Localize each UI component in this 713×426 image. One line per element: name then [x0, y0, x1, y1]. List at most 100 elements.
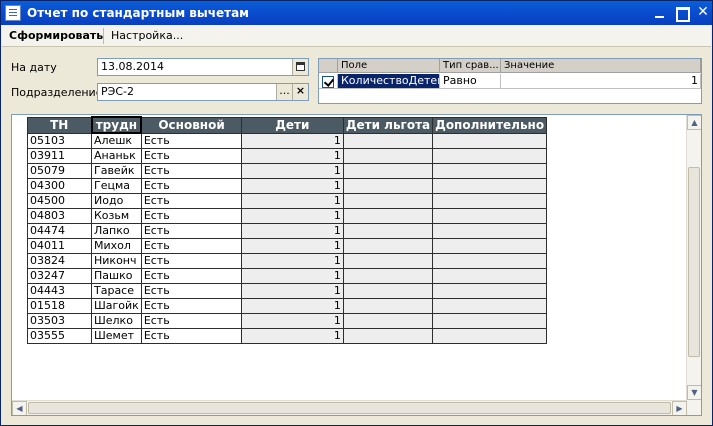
- table-row[interactable]: 03247 Пашко Есть 1: [27, 267, 548, 284]
- table-row[interactable]: 04803 Козьм Есть 1: [27, 207, 548, 224]
- cell-employee: Гецма: [91, 177, 142, 194]
- cell-children-benefit: [342, 267, 434, 284]
- document-icon: [5, 5, 21, 21]
- col-header-tn[interactable]: ТН: [27, 116, 92, 134]
- cell-tn: 05103: [27, 132, 92, 149]
- minimize-button[interactable]: [651, 4, 669, 22]
- table-row[interactable]: 03503 Шелко Есть 1: [27, 312, 548, 329]
- table-row[interactable]: 04443 Тарасе Есть 1: [27, 282, 548, 299]
- col-header-children-benefit[interactable]: Дети льгота: [342, 116, 434, 134]
- cell-additional: [432, 237, 548, 254]
- cell-children: 1: [240, 147, 344, 164]
- filter-check-header: [319, 59, 338, 73]
- cell-children-benefit: [342, 162, 434, 179]
- table-row[interactable]: 03911 Ананьк Есть 1: [27, 147, 548, 164]
- cell-additional: [432, 327, 548, 344]
- date-field[interactable]: 13.08.2014: [97, 58, 309, 76]
- cell-children: 1: [240, 327, 344, 344]
- cell-employee: Ананьк: [91, 147, 142, 164]
- col-header-additional[interactable]: Дополнительно: [432, 116, 548, 134]
- cell-basic: Есть: [140, 207, 242, 224]
- col-header-employee[interactable]: трудн: [90, 116, 143, 134]
- scroll-down-arrow-icon[interactable]: ▼: [687, 385, 701, 400]
- cell-employee: Шагойк: [91, 297, 142, 314]
- cell-tn: 03911: [27, 147, 92, 164]
- close-button[interactable]: ✕: [694, 4, 712, 22]
- table-row[interactable]: 03824 Никонч Есть 1: [27, 252, 548, 269]
- col-header-basic[interactable]: Основной: [140, 116, 242, 134]
- select-button[interactable]: ...: [276, 84, 292, 100]
- cell-additional: [432, 282, 548, 299]
- cell-additional: [432, 132, 548, 149]
- table-row[interactable]: 04011 Михол Есть 1: [27, 237, 548, 254]
- col-header-children[interactable]: Дети: [240, 116, 344, 134]
- cell-tn: 05079: [27, 162, 92, 179]
- cell-children: 1: [240, 312, 344, 329]
- report-area: ТН трудн Основной Дети Дети льгота Допол…: [11, 114, 702, 416]
- scroll-left-arrow-icon[interactable]: ◀: [12, 401, 27, 415]
- cell-employee: Шелко: [91, 312, 142, 329]
- settings-button[interactable]: Настройка...: [111, 28, 183, 44]
- filter-header-field: Поле: [338, 59, 440, 73]
- generate-button[interactable]: Сформировать: [9, 28, 103, 44]
- department-field[interactable]: РЭС-2 ... ×: [97, 83, 309, 101]
- cell-basic: Есть: [140, 297, 242, 314]
- table-row[interactable]: 04300 Гецма Есть 1: [27, 177, 548, 194]
- filter-value-cell[interactable]: 1: [501, 74, 701, 89]
- cell-tn: 03247: [27, 267, 92, 284]
- cell-employee: Иодо: [91, 192, 142, 209]
- vertical-scroll-thumb[interactable]: [688, 167, 700, 357]
- report-table: ТН трудн Основной Дети Дети льгота Допол…: [27, 116, 548, 344]
- scroll-up-arrow-icon[interactable]: ▲: [687, 115, 701, 130]
- title-bar: Отчет по стандартным вычетам ✕: [1, 1, 712, 25]
- filter-comparison-cell[interactable]: Равно: [440, 74, 501, 89]
- clear-button[interactable]: ×: [292, 84, 308, 100]
- cell-tn: 03555: [27, 327, 92, 344]
- cell-tn: 01518: [27, 297, 92, 314]
- cell-additional: [432, 297, 548, 314]
- cell-additional: [432, 312, 548, 329]
- report-body: 05103 Алешк Есть 1 03911 Ананьк Есть 1 05079 Гаве…: [27, 132, 548, 344]
- cell-additional: [432, 147, 548, 164]
- table-row[interactable]: 05103 Алешк Есть 1: [27, 132, 548, 149]
- filter-field-cell[interactable]: КоличествоДетей: [338, 74, 440, 89]
- scroll-right-arrow-icon[interactable]: ▶: [672, 401, 687, 415]
- cell-employee: Михол: [91, 237, 142, 254]
- vertical-scrollbar[interactable]: ▲ ▼: [686, 115, 701, 415]
- table-row[interactable]: 04474 Лапко Есть 1: [27, 222, 548, 239]
- maximize-button[interactable]: [673, 4, 691, 22]
- cell-tn: 04011: [27, 237, 92, 254]
- table-row[interactable]: 05079 Гавейк Есть 1: [27, 162, 548, 179]
- cell-children-benefit: [342, 297, 434, 314]
- cell-children: 1: [240, 237, 344, 254]
- table-row[interactable]: 03555 Шемет Есть 1: [27, 327, 548, 344]
- cell-employee: Пашко: [91, 267, 142, 284]
- cell-employee: Лапко: [91, 222, 142, 239]
- horizontal-scroll-thumb[interactable]: [28, 402, 671, 414]
- cell-children-benefit: [342, 237, 434, 254]
- cell-children-benefit: [342, 327, 434, 344]
- cell-children-benefit: [342, 312, 434, 329]
- filter-enabled-checkbox[interactable]: [322, 76, 334, 88]
- toolbar: Сформировать Настройка...: [2, 25, 711, 47]
- cell-tn: 03824: [27, 252, 92, 269]
- table-row[interactable]: 04500 Иодо Есть 1: [27, 192, 548, 209]
- cell-tn: 04443: [27, 282, 92, 299]
- cell-basic: Есть: [140, 327, 242, 344]
- cell-employee: Шемет: [91, 327, 142, 344]
- toolbar-separator: [103, 28, 104, 44]
- filter-grid: Поле Тип срав... Значение КоличествоДете…: [318, 58, 702, 104]
- cell-additional: [432, 177, 548, 194]
- cell-children-benefit: [342, 282, 434, 299]
- cell-children-benefit: [342, 252, 434, 269]
- cell-additional: [432, 267, 548, 284]
- horizontal-scrollbar[interactable]: ◀ ▶: [12, 400, 687, 415]
- cell-children-benefit: [342, 132, 434, 149]
- cell-additional: [432, 252, 548, 269]
- cell-children: 1: [240, 192, 344, 209]
- calendar-button[interactable]: [292, 59, 308, 75]
- cell-basic: Есть: [140, 222, 242, 239]
- cell-children-benefit: [342, 222, 434, 239]
- cell-children: 1: [240, 132, 344, 149]
- table-row[interactable]: 01518 Шагойк Есть 1: [27, 297, 548, 314]
